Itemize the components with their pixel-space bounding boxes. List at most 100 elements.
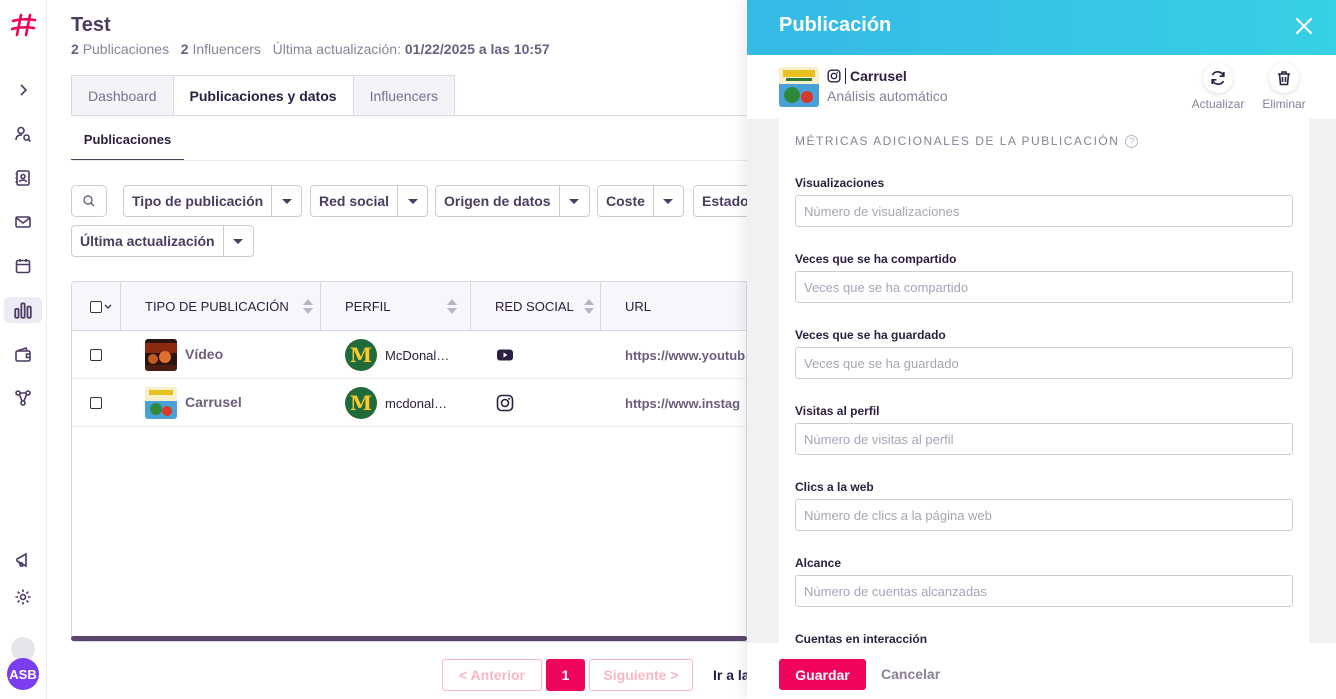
profile-visits-input[interactable] [795,423,1293,455]
last-updated-label: Última actualización: [272,41,401,57]
filter-ultima-actualizacion[interactable]: Última actualización [71,225,254,257]
hashtag-logo-icon[interactable] [11,13,37,37]
field-label: Visitas al perfil [795,404,880,418]
chevron-down-icon[interactable] [558,186,589,216]
profile-name[interactable]: McDonal… [385,348,449,363]
column-label: TIPO DE PUBLICACIÓN [145,299,289,314]
filter-label: Coste [606,193,645,209]
search-button[interactable] [71,185,107,217]
mail-icon[interactable] [12,211,34,233]
select-all-checkbox[interactable] [90,300,102,313]
search-icon [83,195,95,207]
views-input[interactable] [795,195,1293,227]
chevron-down-icon[interactable] [222,226,253,256]
last-updated-value: 01/22/2025 a las 10:57 [404,41,550,57]
publication-type: Carrusel [185,394,242,410]
tab-publicaciones-y-datos[interactable]: Publicaciones y datos [172,75,354,116]
post-name: Carrusel [850,68,907,84]
pagination-current-page[interactable]: 1 [546,659,585,691]
table-horizontal-scrollbar[interactable] [71,636,747,641]
separator [845,68,846,84]
calendar-icon[interactable] [12,255,34,277]
help-icon[interactable]: ? [1125,134,1139,148]
trash-icon [1278,71,1290,86]
field-label: Veces que se ha guardado [795,328,946,342]
table-row[interactable]: Vídeo M McDonal… https://www.youtub [72,331,746,379]
column-url[interactable]: URL [601,282,746,331]
tab-influencers[interactable]: Influencers [352,75,456,116]
panel-post-info: Carrusel Análisis automático Actualizar … [747,55,1336,119]
subtab-divider [71,160,747,161]
close-icon[interactable] [1293,15,1315,37]
campaign-summary: 2 Publicaciones 2 Influencers Última act… [71,41,550,57]
tab-dashboard[interactable]: Dashboard [71,75,174,116]
publication-url[interactable]: https://www.instag [625,396,740,411]
save-button[interactable]: Guardar [779,659,866,690]
network-icon[interactable] [12,387,34,409]
sort-icon[interactable] [583,299,594,314]
filter-label: Red social [319,193,390,209]
video-thumbnail [145,339,177,371]
table-row[interactable]: Carrusel M mcdonal… https://www.instag [72,379,746,427]
avatar[interactable]: ASB [7,658,39,690]
wallet-icon[interactable] [12,343,34,365]
metrics-form: MÉTRICAS ADICIONALES DE LA PUBLICACIÓN? … [779,119,1309,643]
publication-url[interactable]: https://www.youtub [625,348,745,363]
influencer-count-label: Influencers [192,41,261,57]
youtube-icon [497,349,513,361]
field-label: Alcance [795,556,842,570]
filter-estado[interactable]: Estado [693,185,747,217]
profile-name[interactable]: mcdonal… [385,396,447,411]
section-title: MÉTRICAS ADICIONALES DE LA PUBLICACIÓN? [795,134,1139,148]
delete-button[interactable]: Eliminar [1262,63,1306,111]
reach-input[interactable] [795,575,1293,607]
filter-label: Tipo de publicación [132,193,264,209]
refresh-button[interactable]: Actualizar [1189,63,1247,111]
web-clicks-input[interactable] [795,499,1293,531]
table-header: TIPO DE PUBLICACIÓN PERFIL RED SOCIAL UR… [72,282,746,331]
column-tipo-publicacion[interactable]: TIPO DE PUBLICACIÓN [121,282,321,331]
subtab-label: Publicaciones [83,132,172,147]
row-checkbox[interactable] [90,397,102,409]
publication-count: 2 [71,41,79,57]
filter-label: Origen de datos [444,193,551,209]
cancel-button[interactable]: Cancelar [881,666,940,682]
chevron-down-icon[interactable] [652,186,683,216]
select-all[interactable] [72,282,121,331]
field-label: Clics a la web [795,480,874,494]
section-title-text: MÉTRICAS ADICIONALES DE LA PUBLICACIÓN [795,134,1120,148]
megaphone-icon[interactable] [12,549,34,571]
post-title: Carrusel [827,68,907,84]
chevron-down-icon[interactable] [271,186,301,216]
filter-label: Estado [702,193,747,209]
pagination-next-button[interactable]: Siguiente > [589,659,693,691]
row-checkbox[interactable] [90,349,102,361]
subtab-publicaciones[interactable]: Publicaciones [71,130,184,161]
refresh-label: Actualizar [1191,97,1245,111]
tab-divider [71,115,747,116]
shares-input[interactable] [795,271,1293,303]
filter-origen-datos[interactable]: Origen de datos [435,185,590,217]
saves-input[interactable] [795,347,1293,379]
panel-header: Publicación [747,0,1336,55]
pagination-prev-button[interactable]: < Anterior [442,659,542,691]
instagram-icon [496,394,514,412]
filter-coste[interactable]: Coste [597,185,684,217]
gear-icon[interactable] [12,586,34,608]
publications-table: TIPO DE PUBLICACIÓN PERFIL RED SOCIAL UR… [71,281,747,642]
column-perfil[interactable]: PERFIL [321,282,471,331]
filter-red-social[interactable]: Red social [310,185,429,217]
chevron-down-icon[interactable] [397,186,427,216]
column-red-social[interactable]: RED SOCIAL [471,282,601,331]
publication-side-panel: Publicación Carrusel Análisis automático… [747,0,1336,699]
user-search-icon[interactable] [12,123,34,145]
field-label: Visualizaciones [795,176,885,190]
chevron-right-icon[interactable] [12,79,34,101]
chevron-down-icon[interactable] [104,304,112,310]
filter-tipo-publicacion[interactable]: Tipo de publicación [123,185,303,217]
contacts-icon[interactable] [12,167,34,189]
sort-icon[interactable] [446,299,457,314]
bar-chart-icon[interactable] [4,297,42,323]
sort-icon[interactable] [302,299,313,314]
panel-title: Publicación [779,14,892,36]
